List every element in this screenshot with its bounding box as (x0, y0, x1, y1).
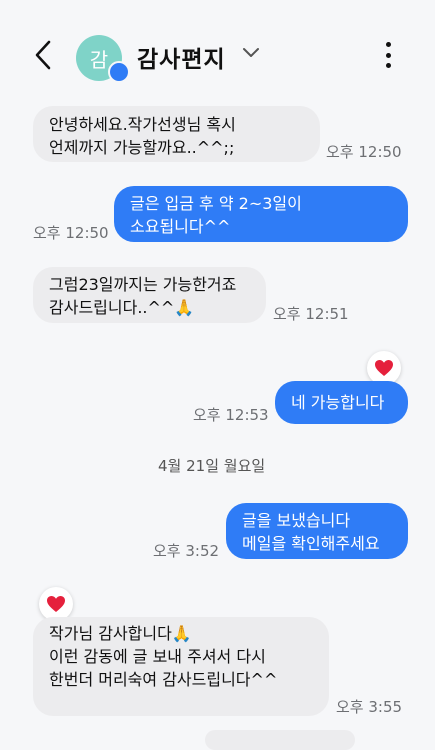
reaction-heart[interactable] (39, 587, 73, 621)
message-bubble-incoming[interactable]: 안녕하세요.작가선생님 혹시 언제까지 가능할까요..^^;; (33, 106, 320, 162)
reaction-heart[interactable] (367, 351, 401, 385)
more-dot (385, 52, 391, 58)
chat-badge (108, 61, 130, 83)
message-time: 오후 12:51 (273, 305, 349, 323)
message-bubble-incoming[interactable]: 그럼23일까지는 가능한거죠 감사드립니다..^^🙏 (33, 267, 266, 323)
more-options-button[interactable] (376, 40, 400, 70)
message-bubble-incoming[interactable]: 작가님 감사합니다🙏 이런 감동에 글 보내 주셔서 다시 한번더 머리숙여 감… (33, 617, 329, 716)
conversation-header: 감 감사편지 (0, 0, 435, 110)
more-dot (385, 63, 391, 68)
date-divider: 4월 21일 월요일 (158, 457, 266, 475)
more-vertical-icon (385, 42, 391, 47)
message-time: 오후 3:55 (336, 698, 403, 716)
message-bubble-outgoing[interactable]: 네 가능합니다 (275, 381, 408, 424)
heart-icon (375, 360, 393, 376)
message-bubble-outgoing[interactable]: 글은 입금 후 약 2~3일이 소요됩니다^^ (114, 186, 408, 242)
next-message-peek (205, 730, 355, 750)
avatar-initial: 감 (89, 47, 109, 72)
message-time: 오후 12:53 (193, 406, 269, 424)
message-time: 오후 12:50 (326, 143, 402, 161)
chevron-down-icon[interactable] (242, 46, 260, 60)
message-time: 오후 3:52 (153, 542, 220, 560)
message-bubble-outgoing[interactable]: 글을 보냈습니다 메일을 확인해주세요 (226, 503, 408, 559)
chevron-left-icon (35, 40, 51, 70)
heart-icon (47, 596, 65, 612)
contact-name[interactable]: 감사편지 (137, 40, 226, 74)
message-time: 오후 12:50 (33, 224, 109, 242)
back-button[interactable] (30, 38, 56, 72)
